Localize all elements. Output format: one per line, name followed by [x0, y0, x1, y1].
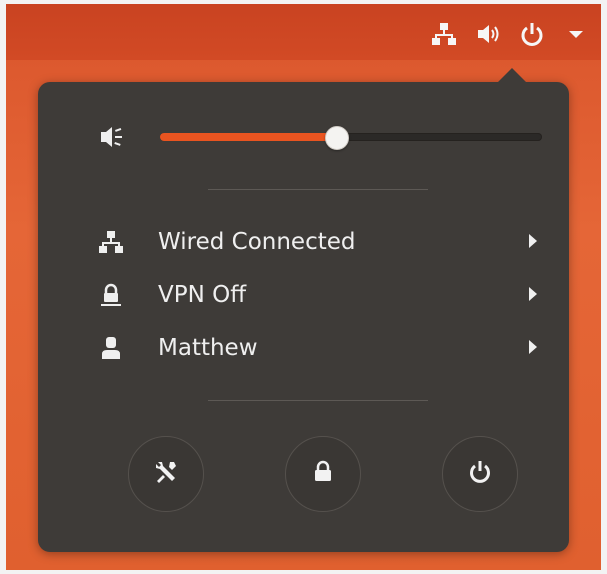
separator — [208, 400, 428, 401]
volume-icon — [473, 18, 503, 50]
power-off-button[interactable] — [442, 436, 518, 512]
separator — [208, 189, 428, 190]
menu-item-label: Wired Connected — [158, 229, 356, 255]
volume-slider-fill — [160, 133, 336, 141]
chevron-right-icon — [529, 340, 537, 354]
network-wired-icon — [98, 229, 124, 255]
volume-slider[interactable] — [160, 126, 542, 150]
menu-item-user[interactable]: Matthew — [38, 322, 569, 374]
chevron-right-icon — [529, 234, 537, 248]
menu-item-wired[interactable]: Wired Connected — [38, 216, 569, 268]
system-menu: Wired Connected VPN Off Matthew — [38, 68, 569, 552]
volume-slider-handle[interactable] — [324, 126, 349, 150]
speaker-icon — [98, 124, 130, 150]
power-icon — [517, 18, 547, 50]
menu-pointer — [496, 68, 528, 84]
settings-icon — [152, 458, 180, 490]
lock-button[interactable] — [285, 436, 361, 512]
lock-icon — [310, 459, 336, 489]
menu-arrow-icon — [561, 18, 591, 50]
top-bar — [6, 4, 601, 60]
menu-item-label: Matthew — [158, 335, 258, 361]
power-off-icon — [466, 458, 494, 490]
vpn-lock-icon — [98, 282, 124, 308]
action-buttons — [38, 430, 569, 512]
system-status-area[interactable] — [429, 14, 591, 54]
volume-row — [38, 112, 569, 162]
menu-item-vpn[interactable]: VPN Off — [38, 269, 569, 321]
chevron-right-icon — [529, 287, 537, 301]
settings-button[interactable] — [128, 436, 204, 512]
user-icon — [98, 335, 124, 361]
desktop-background: Wired Connected VPN Off Matthew — [6, 4, 601, 570]
network-wired-icon — [429, 18, 459, 50]
menu-item-label: VPN Off — [158, 282, 247, 308]
